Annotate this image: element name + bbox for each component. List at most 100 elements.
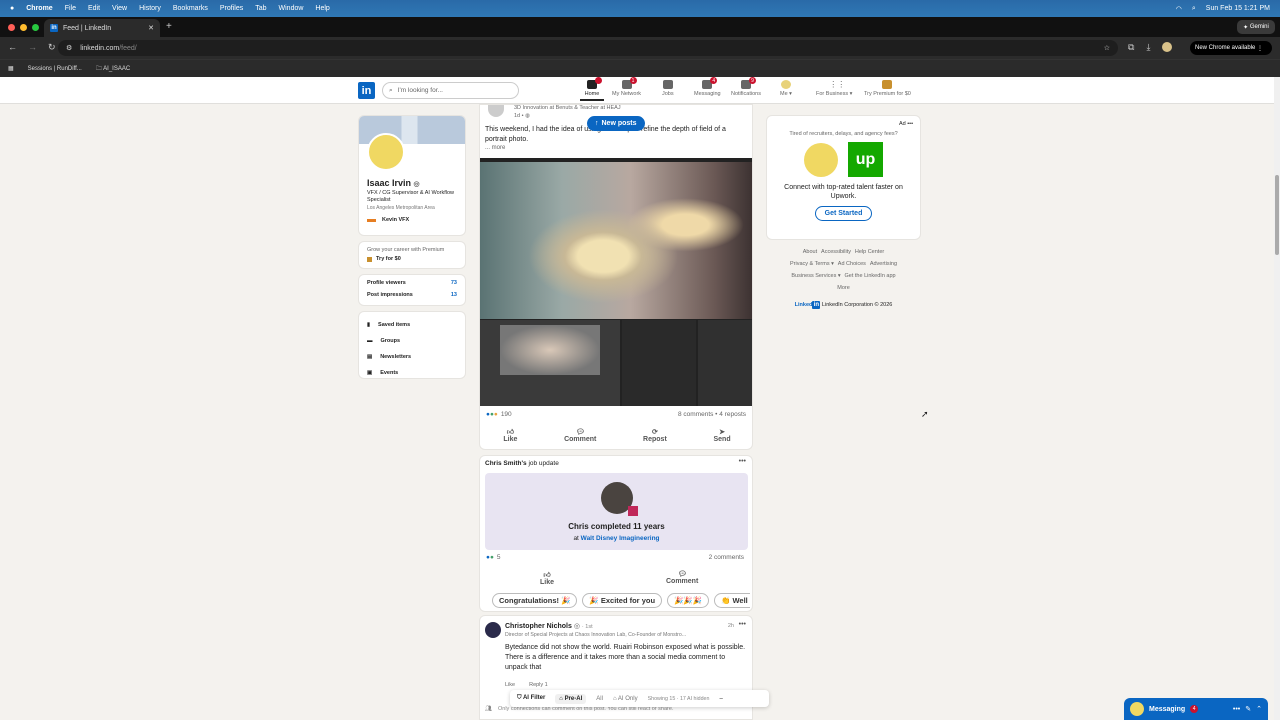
chevron-up-icon[interactable]: ⌃ — [1256, 705, 1262, 713]
bookmark-sessions[interactable]: Sessions | RunDiff... — [28, 66, 82, 72]
apple-icon[interactable]: ● — [10, 5, 14, 12]
new-posts-button[interactable]: ↑ New posts — [587, 116, 645, 131]
search-icon[interactable]: ⌕ — [1192, 5, 1196, 13]
suggestion-pill[interactable]: 👏 Well do — [714, 593, 750, 608]
menu-edit[interactable]: Edit — [88, 5, 100, 12]
new-tab-button[interactable]: + — [166, 21, 172, 32]
author-name[interactable]: Chris Smith's — [485, 460, 527, 467]
company-link[interactable]: Walt Disney Imagineering — [581, 535, 660, 542]
forward-icon[interactable]: → — [28, 42, 37, 53]
reload-icon[interactable]: ↻ — [48, 42, 56, 53]
footer-link[interactable]: About — [803, 249, 817, 255]
apps-icon[interactable]: ▦ — [8, 65, 14, 72]
nav-jobs[interactable]: Jobs — [662, 80, 674, 97]
bookmark-star-icon[interactable]: ☆ — [1104, 44, 1110, 52]
collapse-button[interactable]: – — [719, 696, 722, 702]
more-options-icon[interactable]: ••• — [739, 621, 746, 628]
footer-link[interactable]: Get the LinkedIn app — [845, 273, 896, 279]
more-options-icon[interactable]: ••• — [907, 121, 913, 127]
nav-for-business[interactable]: ⋮⋮ For Business ▾ — [816, 80, 852, 97]
scrollbar-thumb[interactable] — [1275, 175, 1279, 255]
search-input[interactable]: ⌕ I'm looking for... — [382, 82, 519, 99]
nav-notifications[interactable]: 9 Notifications — [731, 77, 761, 97]
close-tab-icon[interactable]: ✕ — [148, 24, 154, 32]
wifi-icon[interactable]: ◠ — [1176, 5, 1182, 13]
job-update-card[interactable]: Chris completed 11 years at Walt Disney … — [485, 473, 748, 550]
back-icon[interactable]: ← — [8, 42, 17, 53]
footer-link[interactable]: Advertising — [870, 261, 897, 267]
nav-my-network[interactable]: 1 My Network — [612, 77, 641, 97]
link-newsletters[interactable]: ▤ Newsletters — [367, 349, 457, 365]
nav-messaging[interactable]: 4 Messaging — [694, 77, 721, 97]
bookmark-folder-ai-isaac[interactable]: 🗀 AI_ISAAC — [96, 64, 130, 74]
ai-filter-button[interactable]: ⛉ AI Filter — [517, 695, 545, 702]
menu-window[interactable]: Window — [279, 5, 304, 12]
reaction-count[interactable]: ●●● 190 — [486, 411, 512, 418]
footer-link[interactable]: Help Center — [855, 249, 884, 255]
profile-company[interactable]: Kevin VFX — [382, 217, 409, 223]
like-button[interactable]: 👍︎ Like — [540, 570, 554, 586]
scrollbar[interactable] — [1274, 77, 1280, 720]
messaging-overlay[interactable]: Messaging 4 ••• ✎ ⌃ — [1124, 698, 1268, 720]
comment-reply-button[interactable]: Reply 1 — [529, 682, 548, 688]
comment-button[interactable]: 💬︎ Comment — [564, 428, 596, 443]
gemini-button[interactable]: ✦ Gemini — [1237, 20, 1275, 34]
commenter-name[interactable]: Christopher Nichols — [505, 623, 572, 630]
ai-only-button[interactable]: ⌂ AI Only — [613, 696, 638, 702]
comments-reposts[interactable]: 8 comments • 4 reposts — [678, 411, 746, 418]
author-avatar[interactable] — [488, 105, 504, 117]
link-saved-items[interactable]: ▮ Saved items — [367, 317, 457, 333]
compose-icon[interactable]: ✎ — [1245, 705, 1251, 713]
nav-me[interactable]: Me ▾ — [780, 80, 792, 97]
link-events[interactable]: ▣ Events — [367, 365, 457, 381]
profile-name[interactable]: Isaac Irvin ◎ — [367, 178, 463, 188]
site-info-icon[interactable]: ⚙ — [66, 44, 72, 52]
stat-post-impressions[interactable]: Post impressions 13 — [367, 292, 457, 298]
profile-avatar[interactable] — [367, 133, 405, 171]
menu-profiles[interactable]: Profiles — [220, 5, 243, 12]
close-window-button[interactable] — [8, 24, 15, 31]
comment-like-button[interactable]: Like — [505, 682, 515, 688]
see-more-link[interactable]: ... more — [485, 145, 505, 151]
nav-home[interactable]: Home — [580, 77, 604, 101]
footer-link[interactable]: Privacy & Terms ▾ — [790, 261, 834, 267]
comments-count[interactable]: 2 comments — [709, 554, 744, 561]
link-groups[interactable]: ▬ Groups — [367, 333, 457, 349]
new-chrome-button[interactable]: New Chrome available ⋮ — [1190, 41, 1272, 55]
footer-link[interactable]: Ad Choices — [838, 261, 866, 267]
reaction-count[interactable]: ●● 5 — [486, 554, 501, 561]
suggestion-pill[interactable]: Congratulations! 🎉 — [492, 593, 578, 608]
pre-ai-button[interactable]: ⌂ Pre-AI — [555, 693, 587, 704]
post-image[interactable] — [480, 158, 752, 406]
menu-bookmarks[interactable]: Bookmarks — [173, 5, 208, 12]
premium-card[interactable]: Grow your career with Premium Try for $0 — [358, 241, 466, 269]
repost-button[interactable]: ⟳ Repost — [643, 428, 667, 443]
suggestion-pill[interactable]: 🎉🎉🎉 — [667, 593, 710, 608]
send-button[interactable]: ➤ Send — [713, 428, 730, 443]
nav-try-premium[interactable]: Try Premium for $0 — [864, 80, 911, 97]
profile-avatar[interactable] — [1162, 42, 1173, 52]
all-button[interactable]: All — [596, 696, 603, 702]
commenter-avatar[interactable] — [485, 622, 501, 638]
zoom-window-button[interactable] — [32, 24, 39, 31]
footer-link[interactable]: More — [837, 285, 850, 291]
menu-history[interactable]: History — [139, 5, 161, 12]
profile-card[interactable]: Isaac Irvin ◎ VFX / CG Supervisor & AI W… — [358, 115, 466, 236]
download-icon[interactable]: ⤓ — [1146, 42, 1150, 53]
comment-button[interactable]: 💬︎ Comment — [666, 570, 698, 585]
more-options-icon[interactable]: ••• — [1233, 706, 1240, 713]
footer-link[interactable]: Business Services ▾ — [791, 273, 840, 279]
more-options-icon[interactable]: ••• — [739, 458, 746, 465]
linkedin-logo[interactable]: in — [358, 82, 375, 99]
stat-profile-viewers[interactable]: Profile viewers 73 — [367, 280, 457, 286]
address-bar[interactable]: ⚙ linkedin.com/feed/ ☆ — [58, 40, 1118, 56]
like-button[interactable]: 👍︎ Like — [503, 427, 517, 443]
get-started-button[interactable]: Get Started — [814, 206, 873, 221]
menu-file[interactable]: File — [65, 5, 76, 12]
menu-help[interactable]: Help — [315, 5, 329, 12]
footer-link[interactable]: Accessibility — [821, 249, 851, 255]
premium-cta[interactable]: Try for $0 — [376, 256, 401, 262]
minimize-window-button[interactable] — [20, 24, 27, 31]
menu-view[interactable]: View — [112, 5, 127, 12]
menu-app[interactable]: Chrome — [26, 5, 52, 12]
